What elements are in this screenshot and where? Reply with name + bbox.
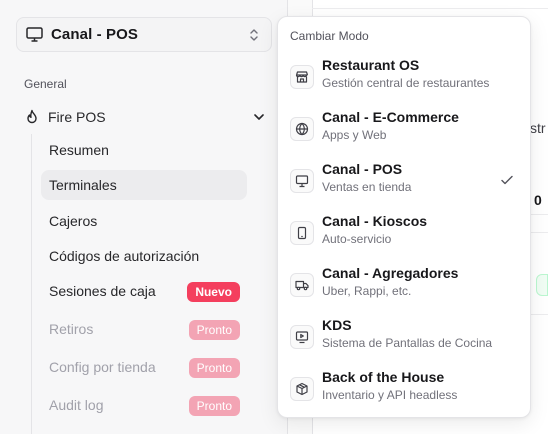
menu-item-canal-ecommerce[interactable]: Canal - E-Commerce Apps y Web bbox=[282, 105, 526, 153]
new-badge: Nuevo bbox=[187, 282, 240, 302]
flame-icon bbox=[24, 109, 40, 125]
sidebar-item-retiros: Retiros Pronto bbox=[41, 314, 247, 344]
nav-group-fire-pos[interactable]: Fire POS bbox=[24, 106, 266, 128]
sidebar-item-label: Cajeros bbox=[49, 213, 98, 229]
sidebar-item-label: Sesiones de caja bbox=[49, 283, 156, 299]
menu-item-subtitle: Auto-servicio bbox=[322, 232, 392, 246]
soon-badge: Pronto bbox=[188, 320, 240, 340]
menu-item-title: Canal - E-Commerce bbox=[322, 109, 459, 125]
menu-item-title: Canal - Agregadores bbox=[322, 265, 459, 281]
dropdown-title: Cambiar Modo bbox=[290, 29, 369, 43]
tablet-icon bbox=[290, 221, 314, 245]
menu-item-subtitle: Uber, Rappi, etc. bbox=[322, 284, 412, 298]
menu-item-title: Restaurant OS bbox=[322, 57, 420, 73]
soon-badge: Pronto bbox=[188, 396, 240, 416]
menu-item-canal-agregadores[interactable]: Canal - Agregadores Uber, Rappi, etc. bbox=[282, 261, 526, 309]
sidebar: Canal - POS General Fire POS Resumen Ter… bbox=[0, 0, 288, 434]
status-badge bbox=[536, 274, 548, 296]
menu-item-canal-kioscos[interactable]: Canal - Kioscos Auto-servicio bbox=[282, 209, 526, 257]
sidebar-item-label: Audit log bbox=[49, 397, 104, 413]
menu-item-title: Canal - Kioscos bbox=[322, 213, 428, 229]
menu-item-restaurant-os[interactable]: Restaurant OS Gestión central de restaur… bbox=[282, 53, 526, 101]
kds-screen-icon bbox=[290, 325, 314, 349]
nav-tree-line bbox=[31, 134, 32, 434]
content-text-fragment: str bbox=[530, 120, 546, 136]
menu-item-back-of-house[interactable]: Back of the House Inventario y API headl… bbox=[282, 365, 526, 413]
menu-item-subtitle: Inventario y API headless bbox=[322, 388, 458, 402]
menu-item-subtitle: Gestión central de restaurantes bbox=[322, 76, 490, 90]
chevron-down-icon[interactable] bbox=[252, 110, 266, 124]
content-value-fragment: 0 bbox=[534, 192, 542, 208]
monitor-icon bbox=[290, 169, 314, 193]
sidebar-item-label: Terminales bbox=[49, 177, 117, 193]
sidebar-item-resumen[interactable]: Resumen bbox=[41, 135, 247, 165]
divider bbox=[312, 8, 548, 9]
mode-dropdown-menu: Cambiar Modo Restaurant OS Gestión centr… bbox=[277, 16, 531, 418]
menu-item-title: Back of the House bbox=[322, 369, 445, 385]
sidebar-item-audit-log: Audit log Pronto bbox=[41, 390, 247, 420]
truck-icon bbox=[290, 273, 314, 297]
sidebar-item-terminales[interactable]: Terminales bbox=[41, 170, 247, 200]
menu-item-canal-pos[interactable]: Canal - POS Ventas en tienda bbox=[282, 157, 526, 205]
menu-item-subtitle: Ventas en tienda bbox=[322, 180, 412, 194]
menu-item-title: KDS bbox=[322, 317, 352, 333]
check-icon bbox=[500, 173, 514, 187]
mode-switcher-button[interactable]: Canal - POS bbox=[16, 17, 272, 52]
box-icon bbox=[290, 377, 314, 401]
nav-group-label: Fire POS bbox=[48, 109, 106, 125]
menu-item-subtitle: Apps y Web bbox=[322, 128, 387, 142]
mode-switcher-label: Canal - POS bbox=[51, 26, 138, 43]
menu-item-title: Canal - POS bbox=[322, 161, 403, 177]
section-label-general: General bbox=[24, 77, 67, 91]
chevrons-up-down-icon bbox=[247, 27, 261, 43]
sidebar-item-label: Config por tienda bbox=[49, 359, 156, 375]
sidebar-item-label: Retiros bbox=[49, 321, 94, 337]
menu-item-kds[interactable]: KDS Sistema de Pantallas de Cocina bbox=[282, 313, 526, 361]
sidebar-item-codigos-autorizacion[interactable]: Códigos de autorización bbox=[41, 241, 247, 271]
sidebar-item-label: Resumen bbox=[49, 142, 109, 158]
globe-icon bbox=[290, 117, 314, 141]
menu-item-subtitle: Sistema de Pantallas de Cocina bbox=[322, 336, 493, 350]
soon-badge: Pronto bbox=[188, 358, 240, 378]
sidebar-item-sesiones-caja[interactable]: Sesiones de caja Nuevo bbox=[41, 276, 247, 306]
monitor-icon bbox=[25, 26, 43, 44]
sidebar-item-label: Códigos de autorización bbox=[49, 248, 200, 264]
sidebar-item-config-por-tienda: Config por tienda Pronto bbox=[41, 352, 247, 382]
sidebar-item-cajeros[interactable]: Cajeros bbox=[41, 206, 247, 236]
store-icon bbox=[290, 65, 314, 89]
